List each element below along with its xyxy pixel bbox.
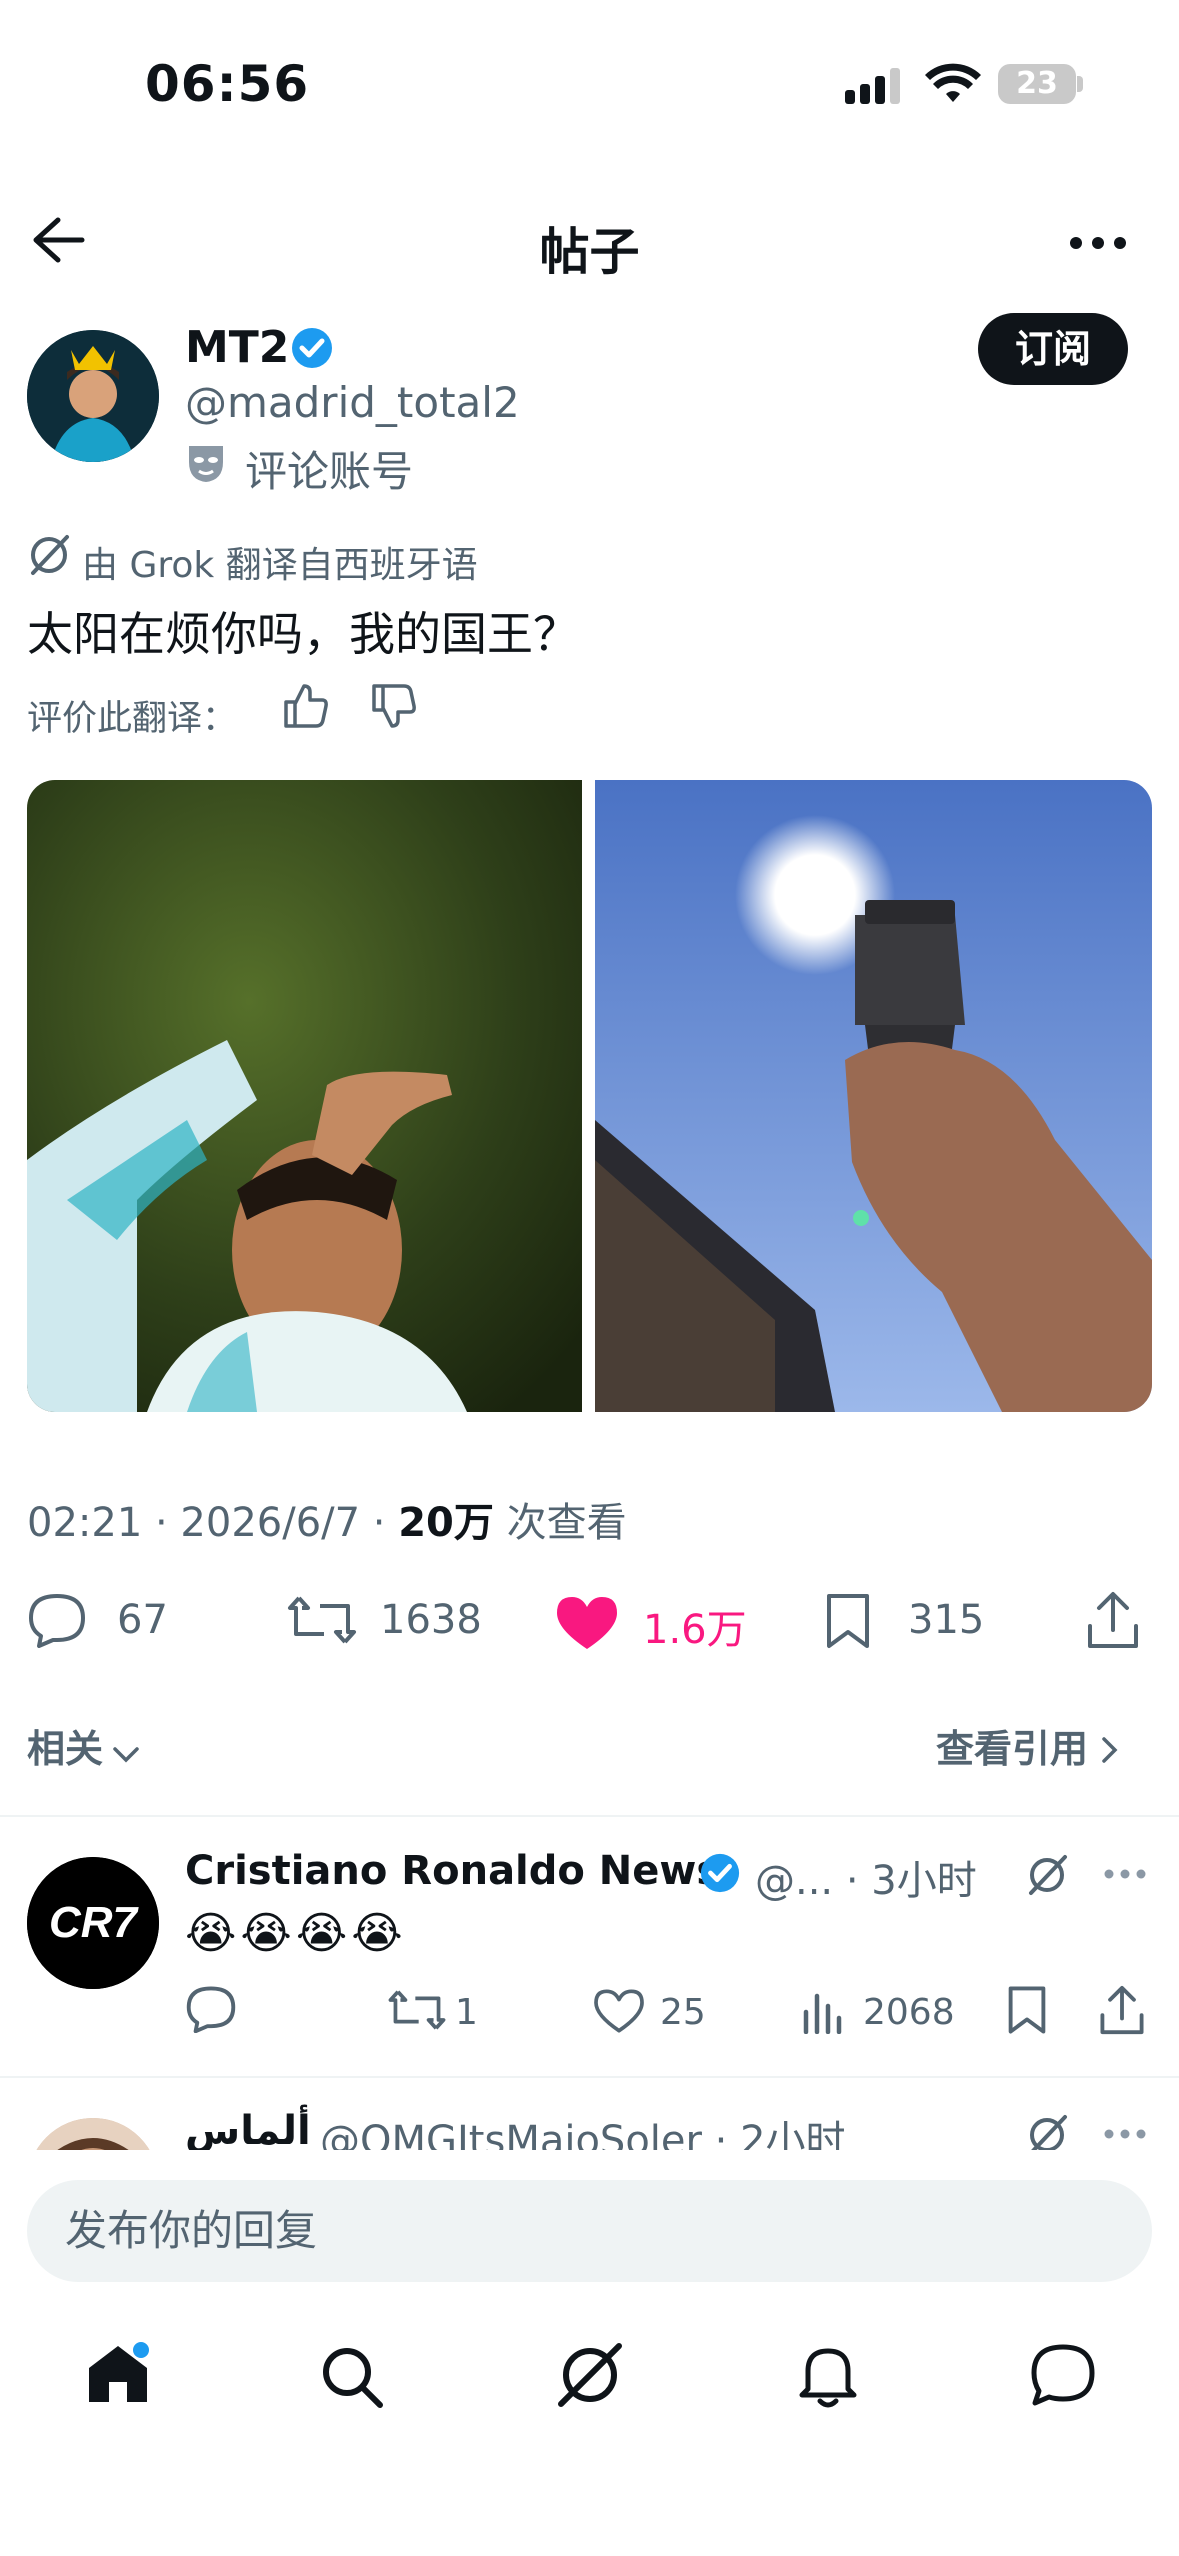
bookmark-count: 315 bbox=[908, 1597, 985, 1643]
mask-icon bbox=[185, 440, 227, 484]
more-icon[interactable] bbox=[1103, 2128, 1147, 2140]
account-label: 评论账号 bbox=[245, 447, 414, 496]
repost-icon[interactable] bbox=[287, 1594, 357, 1646]
bookmark-icon[interactable] bbox=[825, 1592, 871, 1650]
more-icon[interactable] bbox=[1103, 1868, 1147, 1880]
share-icon[interactable] bbox=[1099, 1984, 1145, 2036]
reply-text: 😭😭😭😭 bbox=[185, 1908, 407, 1959]
signal-icon bbox=[845, 66, 911, 106]
reply-handle-time[interactable]: @... · 3小时 bbox=[755, 1848, 977, 1906]
wifi-icon bbox=[925, 62, 981, 106]
related-label: 相关 bbox=[27, 1727, 104, 1771]
verified-icon bbox=[699, 1852, 741, 1894]
ronaldo-photo bbox=[27, 780, 582, 1412]
bell-icon[interactable] bbox=[798, 2343, 858, 2409]
cr7-logo-text: CR7 bbox=[49, 1898, 140, 1947]
share-icon[interactable] bbox=[1086, 1590, 1140, 1650]
avatar[interactable] bbox=[27, 330, 159, 462]
like-icon[interactable] bbox=[555, 1595, 619, 1651]
post-meta: 02:21 · 2026/6/7 · 20万 次查看 bbox=[27, 1490, 627, 1548]
reply-icon[interactable] bbox=[185, 1985, 237, 2033]
divider bbox=[0, 2076, 1179, 2078]
page-title: 帖子 bbox=[539, 223, 640, 281]
reply-author-name[interactable]: ألماس bbox=[185, 2108, 311, 2154]
subscribe-button[interactable]: 订阅 bbox=[978, 313, 1128, 385]
chevron-right-icon bbox=[1100, 1730, 1120, 1774]
translation-note[interactable]: 由 Grok 翻译自西班牙语 bbox=[82, 536, 478, 588]
bookmark-icon[interactable] bbox=[1007, 1985, 1047, 2035]
repost-icon[interactable] bbox=[388, 1988, 446, 2032]
home-icon[interactable] bbox=[85, 2340, 151, 2406]
thumb-up-icon[interactable] bbox=[280, 682, 328, 730]
reply-count: 67 bbox=[117, 1597, 168, 1643]
grok-icon[interactable] bbox=[1025, 1853, 1069, 1897]
more-icon[interactable] bbox=[1068, 235, 1128, 251]
view-count: 20万 bbox=[398, 1500, 494, 1546]
battery-tip bbox=[1077, 76, 1083, 92]
grok-icon bbox=[27, 533, 71, 577]
rate-translation-label: 评价此翻译： bbox=[27, 699, 238, 739]
post-media[interactable] bbox=[27, 780, 1152, 1412]
related-dropdown[interactable]: 相关 bbox=[27, 1718, 141, 1774]
reply-avatar[interactable]: CR7 bbox=[27, 1857, 159, 1989]
analytics-icon[interactable] bbox=[800, 1990, 844, 2034]
gun-sky-photo bbox=[595, 780, 1152, 1412]
author-handle[interactable]: @madrid_total2 bbox=[185, 378, 520, 427]
divider bbox=[0, 1815, 1179, 1817]
reply-author-name[interactable]: Cristiano Ronaldo News bbox=[185, 1848, 720, 1894]
search-icon[interactable] bbox=[320, 2345, 384, 2409]
reply-repost-count: 1 bbox=[455, 1992, 478, 2033]
reply-compose-input[interactable]: 发布你的回复 bbox=[27, 2180, 1152, 2282]
author-name[interactable]: MT2 bbox=[185, 322, 289, 373]
reply-icon[interactable] bbox=[27, 1592, 87, 1648]
thumb-down-icon[interactable] bbox=[368, 682, 416, 730]
battery-indicator: 23 bbox=[998, 64, 1076, 104]
view-quotes-link[interactable]: 查看引用 bbox=[936, 1718, 1120, 1774]
post-time: 02:21 · 2026/6/7 · bbox=[27, 1500, 399, 1546]
verified-icon bbox=[290, 326, 334, 370]
like-count: 1.6万 bbox=[643, 1607, 747, 1653]
repost-count: 1638 bbox=[380, 1597, 482, 1643]
reply-like-count: 25 bbox=[660, 1992, 706, 2033]
view-suffix: 次查看 bbox=[493, 1500, 627, 1546]
grok-icon[interactable] bbox=[555, 2340, 625, 2410]
chevron-down-icon bbox=[111, 1730, 141, 1774]
view-quotes-label: 查看引用 bbox=[936, 1727, 1089, 1771]
chat-icon[interactable] bbox=[1030, 2343, 1096, 2407]
post-text: 太阳在烦你吗，我的国王？ bbox=[27, 607, 579, 661]
like-icon[interactable] bbox=[592, 1988, 646, 2034]
reply-view-count: 2068 bbox=[863, 1992, 955, 2033]
status-time: 06:56 bbox=[145, 55, 310, 113]
